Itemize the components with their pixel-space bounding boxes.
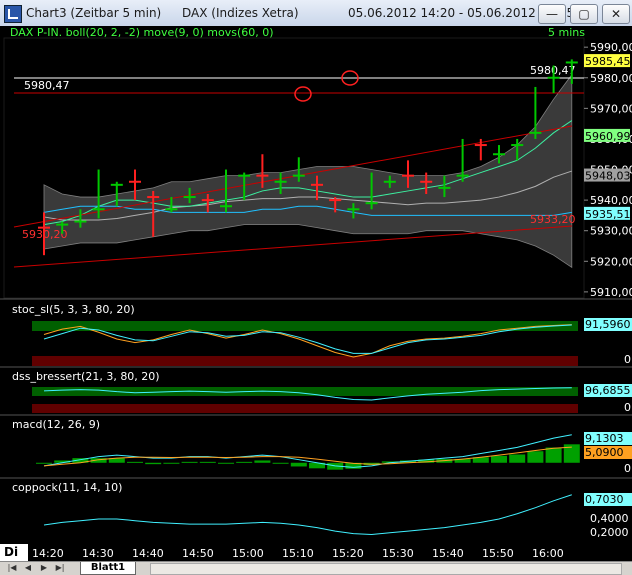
time-axis-label: 15:40 — [432, 547, 464, 560]
macd-histogram — [36, 444, 580, 470]
price-axis-label: 5930,00 — [590, 225, 632, 238]
time-axis-label: 15:10 — [282, 547, 314, 560]
coppock-legend: coppock(11, 14, 10) — [12, 481, 122, 494]
macd-histogram-bar — [272, 462, 289, 464]
macd-histogram-bar — [509, 454, 526, 463]
time-axis-label: 15:30 — [382, 547, 414, 560]
minimize-button[interactable]: — — [538, 4, 566, 24]
price-axis-label: 5990,00 — [590, 41, 632, 54]
time-axis-label: 15:20 — [332, 547, 364, 560]
chart-area[interactable]: 5990,005980,005970,005960,005950,005940,… — [0, 26, 632, 544]
time-axis-label: 14:20 — [32, 547, 64, 560]
day-label: Di — [0, 544, 28, 561]
macd-histogram-bar — [236, 461, 253, 463]
dss-legend: dss_bressert(21, 3, 80, 20) — [12, 370, 160, 383]
dss-value: 96,6855 — [585, 384, 631, 397]
dss-zero-tick: 0 — [624, 401, 631, 414]
prev-sheet-icon[interactable]: ◀ — [22, 563, 34, 573]
price-badge-label: 5985,45 — [585, 55, 631, 68]
time-axis-label: 16:00 — [532, 547, 564, 560]
macd-value: 9,1303 — [585, 432, 624, 445]
macd-histogram-bar — [491, 455, 507, 463]
dss-oversold-zone — [32, 404, 578, 413]
macd-histogram-bar — [181, 461, 198, 463]
price-axis-label: 5910,00 — [590, 286, 632, 299]
sheet-tab-bar: |◀ ◀ ▶ ▶| Blatt1 — [0, 561, 632, 575]
time-axis-label: 14:40 — [132, 547, 164, 560]
macd-histogram-bar — [199, 461, 216, 463]
macd-signal-value: 5,0900 — [585, 446, 624, 459]
window-title-chart: Chart3 (Zeitbar 5 min) — [26, 6, 162, 20]
stoc-legend: stoc_sl(5, 3, 3, 80, 20) — [12, 303, 135, 316]
interval-label: 5 mins — [548, 26, 585, 39]
time-axis-label: 14:50 — [182, 547, 214, 560]
coppock-line — [43, 494, 572, 536]
stoc-overbought-zone — [32, 321, 578, 331]
macd-histogram-bar — [163, 462, 180, 464]
coppock-tick-1: 0,4000 — [590, 512, 629, 525]
macd-histogram-bar — [254, 460, 271, 463]
close-button[interactable]: ✕ — [602, 4, 630, 24]
stoc-value: 91,5960 — [585, 318, 631, 331]
macd-histogram-bar — [127, 461, 143, 463]
first-sheet-icon[interactable]: |◀ — [6, 563, 18, 573]
maximize-button[interactable]: ▢ — [570, 4, 598, 24]
window-title-symbol: DAX (Indizes Xetra) — [182, 6, 299, 20]
price-panel-legend: DAX P-IN. boll(20, 2, -2) move(9, 0) mov… — [10, 26, 274, 39]
price-badge-label: 5935,51 — [585, 208, 631, 221]
price-axis-label: 5980,00 — [590, 72, 632, 85]
sheet-tab-blatt1[interactable]: Blatt1 — [80, 562, 136, 575]
price-axis-label: 5970,00 — [590, 102, 632, 115]
horizontal-scrollbar[interactable] — [150, 563, 622, 575]
price-badge-label: 5960,99 — [585, 130, 631, 143]
price-badge-label: 5948,03 — [585, 170, 631, 183]
hline-label-left: 5980,47 — [24, 79, 70, 92]
stoc-oversold-zone — [32, 356, 578, 366]
last-sheet-icon[interactable]: ▶| — [54, 563, 66, 573]
price-axis-label: 5920,00 — [590, 255, 632, 268]
coppock-value: 0,7030 — [585, 493, 624, 506]
coppock-tick-2: 0,2000 — [590, 526, 629, 539]
price-axis-label: 5940,00 — [590, 194, 632, 207]
trend-label-right: 5933,20 — [530, 213, 576, 226]
next-sheet-icon[interactable]: ▶ — [38, 563, 50, 573]
macd-legend: macd(12, 26, 9) — [12, 418, 100, 431]
chart-app-icon — [4, 5, 22, 23]
stoc-zero-tick: 0 — [624, 353, 631, 366]
macd-zero-tick: 0 — [624, 462, 631, 475]
macd-histogram-bar — [290, 462, 307, 467]
macd-histogram-bar — [545, 447, 562, 463]
macd-histogram-bar — [145, 462, 162, 465]
time-axis-label: 15:50 — [482, 547, 514, 560]
time-axis-label: 14:30 — [82, 547, 114, 560]
window-titlebar: Chart3 (Zeitbar 5 min) DAX (Indizes Xetr… — [0, 0, 632, 27]
macd-histogram-bar — [218, 462, 234, 464]
macd-histogram-bar — [36, 462, 52, 464]
dax-chart[interactable]: 5990,005980,005970,005960,005950,005940,… — [0, 26, 632, 544]
macd-histogram-bar — [527, 451, 544, 463]
time-axis-label: 15:00 — [232, 547, 264, 560]
